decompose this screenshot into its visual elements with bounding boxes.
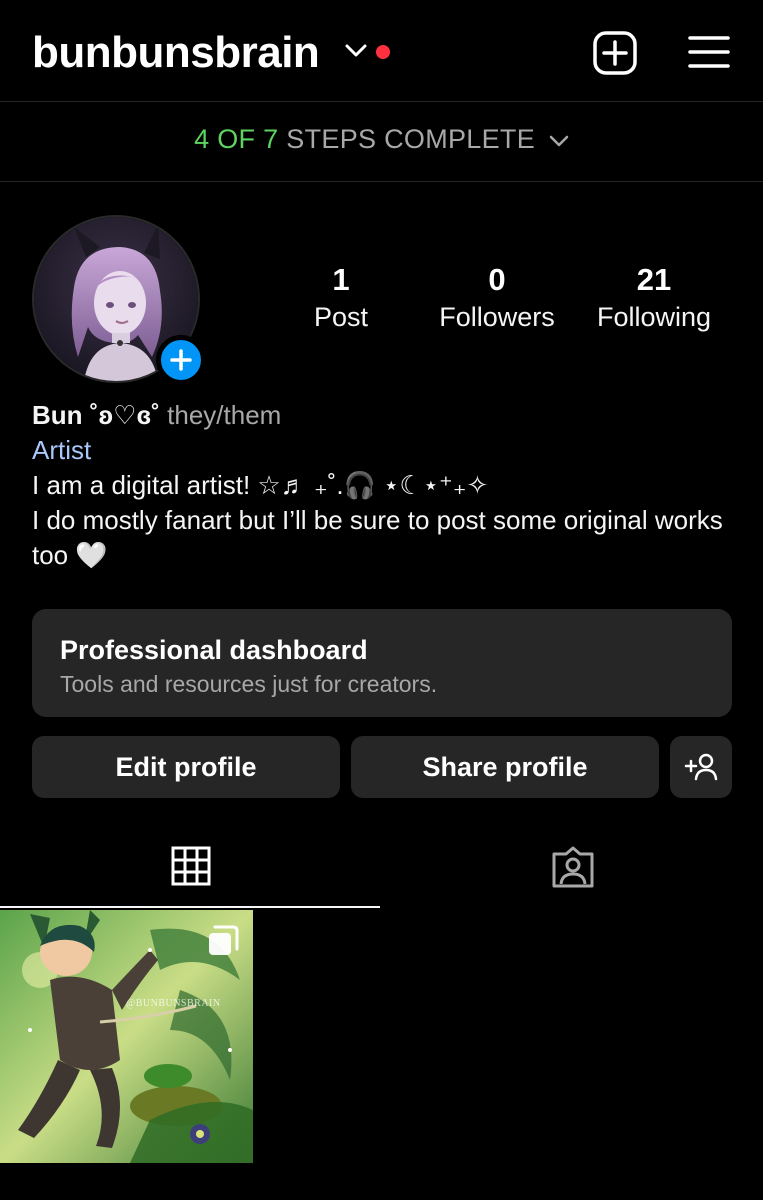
- stat-following[interactable]: 21 Following: [574, 262, 734, 333]
- chevron-down-icon[interactable]: [345, 44, 367, 58]
- profile-avatar[interactable]: [32, 215, 206, 385]
- profile-steps-banner[interactable]: 4 OF 7 STEPS COMPLETE: [0, 102, 763, 182]
- tab-posts-grid[interactable]: [0, 840, 380, 908]
- new-post-icon[interactable]: [592, 30, 638, 76]
- chevron-down-icon: [549, 135, 569, 147]
- stat-value: 0: [488, 262, 506, 297]
- multiple-images-icon: [209, 925, 239, 955]
- steps-label: STEPS COMPLETE: [286, 124, 536, 154]
- grid-icon: [171, 846, 211, 886]
- add-story-button[interactable]: [156, 335, 206, 385]
- dashboard-subtitle: Tools and resources just for creators.: [60, 671, 438, 697]
- dashboard-title: Professional dashboard: [60, 635, 368, 665]
- profile-bio: Bun ˚ʚ♡ɞ˚ they/them Artist I am a digita…: [32, 398, 732, 573]
- edit-profile-button[interactable]: Edit profile: [32, 736, 340, 798]
- bio-line: I do mostly fanart but I’ll be sure to p…: [32, 505, 723, 570]
- pronouns: they/them: [167, 400, 282, 430]
- stat-label: Followers: [439, 302, 555, 332]
- top-bar: bunbunsbrain: [0, 0, 763, 102]
- account-username[interactable]: bunbunsbrain: [32, 28, 320, 78]
- hamburger-menu-icon[interactable]: [688, 34, 730, 70]
- stat-label: Post: [313, 302, 369, 332]
- notification-dot: [376, 45, 390, 59]
- post-watermark: @BUNBUNSBRAIN: [126, 998, 221, 1009]
- category-label[interactable]: Artist: [32, 433, 732, 468]
- discover-people-button[interactable]: [670, 736, 732, 798]
- professional-dashboard-card[interactable]: Professional dashboard Tools and resourc…: [32, 609, 732, 717]
- stat-value: 1: [332, 262, 350, 297]
- tab-tagged[interactable]: [383, 840, 763, 908]
- display-name: Bun ˚ʚ♡ɞ˚: [32, 400, 160, 430]
- add-person-icon: [684, 753, 718, 781]
- steps-progress: 4 OF 7: [194, 124, 279, 154]
- share-profile-button[interactable]: Share profile: [351, 736, 659, 798]
- stat-label: Following: [596, 302, 712, 332]
- bio-line: I am a digital artist! ☆♬ ₊˚.🎧 ⋆☾⋆⁺₊✧: [32, 470, 489, 500]
- tagged-icon: [552, 846, 594, 888]
- plus-icon: [170, 349, 192, 371]
- stat-followers[interactable]: 0 Followers: [417, 262, 577, 333]
- stat-value: 21: [636, 262, 672, 297]
- stat-posts[interactable]: 1 Post: [261, 262, 421, 333]
